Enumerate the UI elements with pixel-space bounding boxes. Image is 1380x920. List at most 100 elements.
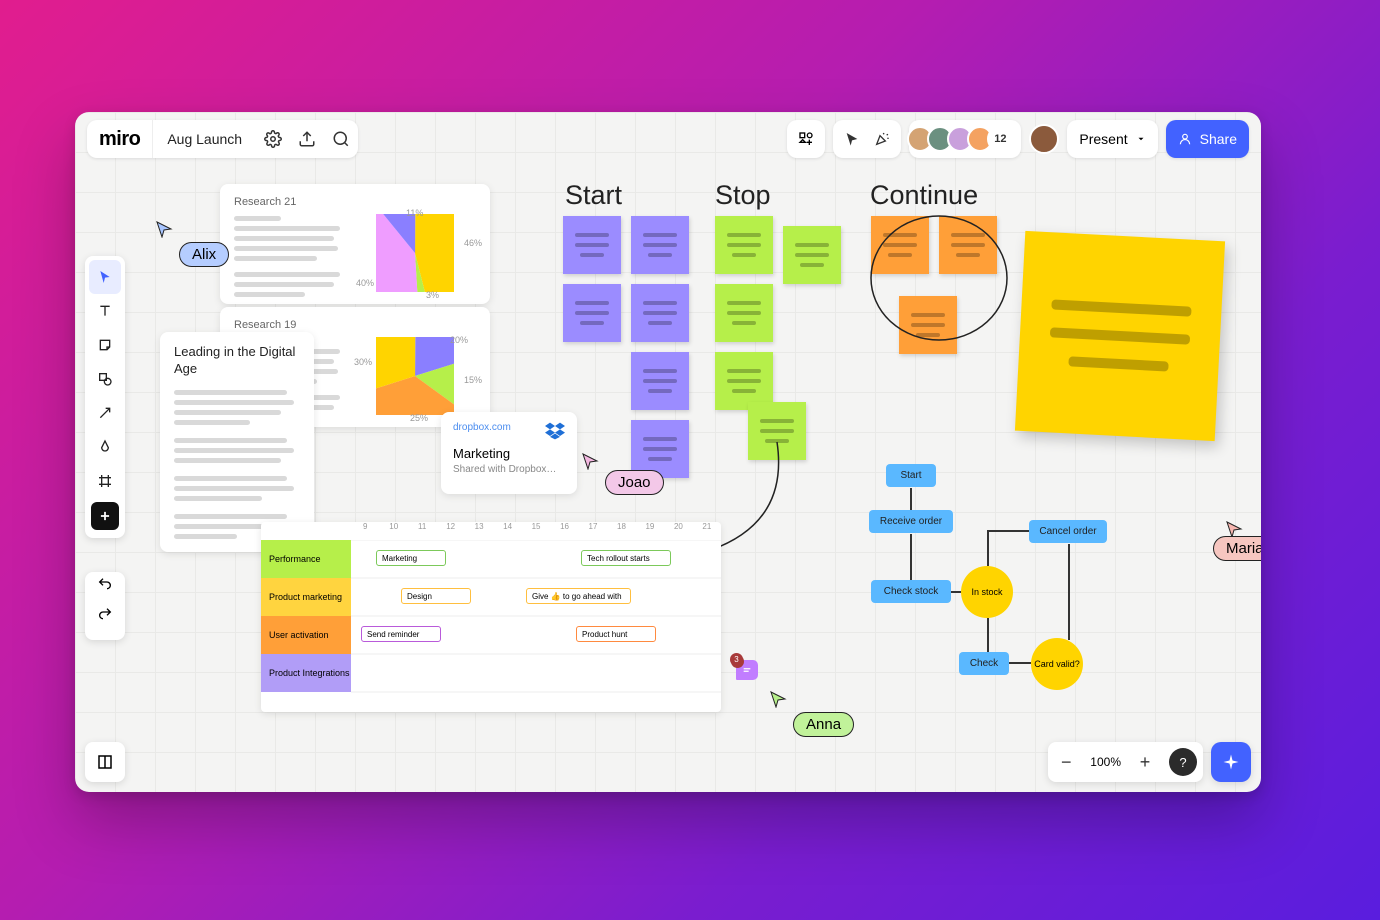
present-button[interactable]: Present bbox=[1067, 120, 1157, 158]
undo-icon bbox=[97, 576, 113, 592]
undo-redo-rail bbox=[85, 572, 125, 640]
comment-indicator[interactable]: 3 bbox=[736, 660, 758, 680]
flow-node[interactable]: Check stock bbox=[871, 580, 951, 603]
zoom-level[interactable]: 100% bbox=[1084, 755, 1127, 769]
timeline-row-label: Product Integrations bbox=[261, 654, 351, 692]
export-button[interactable] bbox=[290, 122, 324, 156]
cursor-label-joao: Joao bbox=[605, 470, 664, 495]
arrow-tool[interactable] bbox=[89, 396, 121, 430]
apps-button[interactable] bbox=[787, 120, 825, 158]
plus-icon bbox=[98, 509, 112, 523]
timeline-bar[interactable]: Give 👍 to go ahead with bbox=[526, 588, 631, 604]
present-label: Present bbox=[1079, 131, 1127, 147]
frames-panel-button[interactable] bbox=[85, 742, 125, 782]
pen-icon bbox=[97, 439, 113, 455]
help-button[interactable]: ? bbox=[1169, 748, 1197, 776]
whiteboard-app: miro Aug Launch bbox=[75, 112, 1261, 792]
board-title[interactable]: Aug Launch bbox=[153, 131, 256, 147]
flow-decision[interactable]: Card valid? bbox=[1031, 638, 1083, 690]
redo-button[interactable] bbox=[97, 606, 113, 636]
text-icon bbox=[97, 303, 113, 319]
document-title: Leading in the Digital Age bbox=[174, 344, 300, 378]
sticky-note-large[interactable] bbox=[1015, 231, 1225, 441]
sticky-note[interactable] bbox=[715, 284, 773, 342]
pointer-icon bbox=[97, 269, 113, 285]
document-card[interactable]: Leading in the Digital Age bbox=[160, 332, 314, 552]
tool-rail bbox=[85, 256, 125, 538]
sticky-note[interactable] bbox=[715, 216, 773, 274]
timeline-bar[interactable]: Product hunt bbox=[576, 626, 656, 642]
upload-icon bbox=[298, 130, 316, 148]
flow-node[interactable]: Check bbox=[959, 652, 1009, 675]
sticky-note[interactable] bbox=[631, 352, 689, 410]
arrow-icon bbox=[97, 405, 113, 421]
cursor-label-anna: Anna bbox=[793, 712, 854, 737]
timeline-bar[interactable]: Marketing bbox=[376, 550, 446, 566]
more-tools-button[interactable] bbox=[91, 502, 119, 530]
undo-button[interactable] bbox=[97, 576, 113, 606]
text-tool[interactable] bbox=[89, 294, 121, 328]
flow-node[interactable]: Start bbox=[886, 464, 936, 487]
collaboration-cursor bbox=[155, 220, 173, 238]
sticky-icon bbox=[97, 337, 113, 353]
sticky-note[interactable] bbox=[783, 226, 841, 284]
pointer-mode-button[interactable] bbox=[839, 122, 865, 156]
sticky-tool[interactable] bbox=[89, 328, 121, 362]
collaborators-panel[interactable]: 12 bbox=[909, 120, 1021, 158]
percent-label: 20% bbox=[450, 335, 468, 345]
percent-label: 40% bbox=[356, 278, 374, 288]
timeline-bar[interactable]: Tech rollout starts bbox=[581, 550, 671, 566]
pen-tool[interactable] bbox=[89, 430, 121, 464]
gear-icon bbox=[264, 130, 282, 148]
timeline-bar[interactable]: Send reminder bbox=[361, 626, 441, 642]
collaboration-cursor bbox=[581, 452, 599, 470]
cursor-label-alix: Alix bbox=[179, 242, 229, 267]
column-heading-start: Start bbox=[565, 180, 622, 211]
avatar-stack: 12 bbox=[913, 126, 1013, 152]
top-bar: miro Aug Launch bbox=[75, 112, 1261, 166]
timeline-row-label: Performance bbox=[261, 540, 351, 578]
flow-decision[interactable]: In stock bbox=[961, 566, 1013, 618]
shape-tool[interactable] bbox=[89, 362, 121, 396]
zoom-in-button[interactable]: + bbox=[1127, 742, 1163, 782]
flow-node[interactable]: Cancel order bbox=[1029, 520, 1107, 543]
person-icon bbox=[1178, 132, 1192, 146]
app-logo[interactable]: miro bbox=[87, 120, 153, 158]
chevron-down-icon bbox=[1136, 134, 1146, 144]
timeline-header: 9101112131415161718192021 bbox=[351, 522, 721, 540]
flow-node[interactable]: Receive order bbox=[869, 510, 953, 533]
frame-tool[interactable] bbox=[89, 464, 121, 498]
shape-icon bbox=[97, 371, 113, 387]
research-card-1[interactable]: Research 21 11% 46% 3% 40% bbox=[220, 184, 490, 304]
confetti-icon bbox=[874, 131, 890, 147]
settings-button[interactable] bbox=[256, 122, 290, 156]
current-user-avatar[interactable] bbox=[1029, 124, 1059, 154]
frame-icon bbox=[97, 473, 113, 489]
zoom-out-button[interactable]: − bbox=[1048, 742, 1084, 782]
redo-icon bbox=[97, 606, 113, 622]
timeline-bar[interactable]: Design bbox=[401, 588, 471, 604]
bottom-right-controls: − 100% + ? bbox=[1048, 742, 1251, 782]
timeline-card[interactable]: 9101112131415161718192021 Performance Pr… bbox=[261, 522, 721, 712]
top-right-controls: 12 Present Share bbox=[787, 120, 1249, 158]
sticky-note[interactable] bbox=[631, 216, 689, 274]
cursor-label-maria: Maria bbox=[1213, 536, 1261, 561]
ai-assist-button[interactable] bbox=[1211, 742, 1251, 782]
avatar-overflow-count[interactable]: 12 bbox=[987, 126, 1013, 152]
percent-label: 25% bbox=[410, 413, 428, 423]
shapes-plus-icon bbox=[798, 131, 814, 147]
dropbox-icon bbox=[545, 422, 565, 440]
sticky-note[interactable] bbox=[563, 284, 621, 342]
select-tool[interactable] bbox=[89, 260, 121, 294]
search-icon bbox=[332, 130, 350, 148]
dropbox-card[interactable]: dropbox.com Marketing Shared with Dropbo… bbox=[441, 412, 577, 494]
sticky-note[interactable] bbox=[563, 216, 621, 274]
search-button[interactable] bbox=[324, 122, 358, 156]
sticky-note[interactable] bbox=[631, 284, 689, 342]
share-label: Share bbox=[1200, 131, 1237, 147]
column-heading-stop: Stop bbox=[715, 180, 771, 211]
share-button[interactable]: Share bbox=[1166, 120, 1249, 158]
dropbox-title: Marketing bbox=[453, 446, 565, 461]
reactions-button[interactable] bbox=[869, 122, 895, 156]
cursor-icon bbox=[844, 131, 860, 147]
